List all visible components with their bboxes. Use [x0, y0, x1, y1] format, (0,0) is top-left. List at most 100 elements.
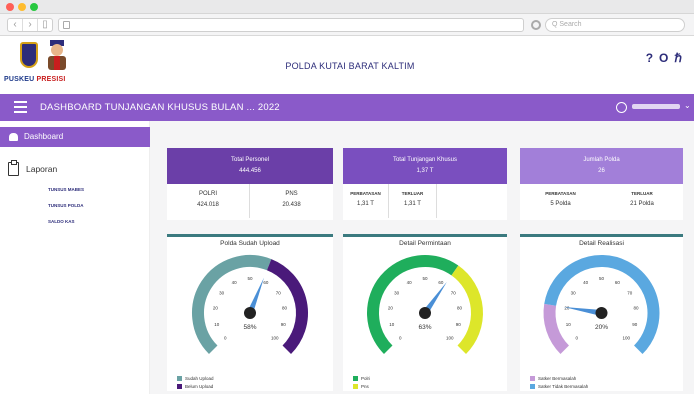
gauge-tick-label: 60	[263, 280, 269, 285]
browser-search-input[interactable]: Q Search	[545, 18, 685, 32]
address-bar[interactable]	[58, 18, 524, 32]
legend-swatch	[353, 376, 358, 381]
card-jumlah-polda: Jumlah Polda 26 PERBATASAN 5 Polda TERLU…	[520, 148, 683, 220]
page-title: DASHBOARD TUNJANGAN KHUSUS BULAN ... 202…	[40, 102, 280, 113]
gauge-tick-label: 70	[627, 290, 633, 295]
gauge-tick-label: 20	[388, 306, 394, 311]
gauge-tick-label: 30	[219, 290, 225, 295]
chevron-down-icon[interactable]: ⌄	[684, 101, 691, 110]
legend-swatch	[177, 384, 182, 389]
legend-item: Satker Bermasalah	[530, 376, 576, 381]
gauge-percent-label: 20%	[595, 324, 608, 331]
gauge-segment	[367, 255, 459, 355]
card-header: Jumlah Polda 26	[520, 148, 683, 184]
browser-titlebar	[0, 0, 694, 14]
legend-item: Belum Upload	[177, 384, 213, 389]
gauge-tick-label: 100	[622, 336, 630, 341]
card-subcell: TERLUAR 1,31 T	[389, 184, 437, 218]
gauge-tick-label: 50	[599, 276, 605, 281]
gauge-card-upload: Polda Sudah Upload 0 10 20 30 40 50 60 70 80 90 10…	[167, 234, 333, 391]
help-icon[interactable]: ?	[646, 51, 653, 65]
legend-swatch	[530, 384, 535, 389]
gauge-tick-label: 0	[224, 336, 227, 341]
back-arrow-icon[interactable]: ‹	[8, 19, 23, 31]
sidebar-toggle-icon[interactable]: ▯	[38, 19, 52, 31]
sidebar-subitem-tunsus-polda[interactable]: TUNSUS POLDA	[48, 203, 84, 208]
gauge-tick-label: 10	[566, 322, 572, 327]
gauge-title: Detail Realisasi	[579, 240, 624, 247]
lock-icon	[63, 21, 70, 29]
browser-nav-buttons: ‹ › ▯	[7, 18, 53, 32]
mascot-logo	[48, 40, 66, 70]
minimize-window-icon[interactable]	[18, 3, 26, 11]
gauge-hub	[419, 307, 431, 319]
card-title: Jumlah Polda	[583, 157, 620, 163]
gauge-tick-label: 80	[457, 306, 463, 311]
sidebar: Dashboard Laporan TUNSUS MABES TUNSUS PO…	[0, 121, 150, 394]
gauge-tick-label: 10	[389, 322, 395, 327]
legend-item: Satker Tidak Bermasalah	[530, 384, 588, 389]
legend-item: Sudah Upload	[177, 376, 214, 381]
gauge-hub	[244, 307, 256, 319]
legend-swatch	[530, 376, 535, 381]
close-window-icon[interactable]	[6, 3, 14, 11]
site-title: POLDA KUTAI BARAT KALTIM	[285, 61, 415, 71]
card-subcell: PERBATASAN 1,31 T	[343, 184, 389, 218]
gauge-tick-label: 40	[583, 280, 589, 285]
maximize-window-icon[interactable]	[30, 3, 38, 11]
gauge-tick-label: 30	[571, 290, 577, 295]
gauge-tick-label: 40	[232, 280, 238, 285]
gauge-tick-label: 30	[394, 290, 400, 295]
sidebar-item-laporan[interactable]: Laporan	[8, 164, 57, 174]
gauge-chart: 0 10 20 30 40 50 60 70 80 90 100 63%	[367, 255, 483, 355]
gauge-tick-label: 60	[615, 280, 621, 285]
card-header: Total Personel 444.456	[167, 148, 333, 184]
card-subcell: TERLUAR 21 Polda	[630, 191, 654, 207]
card-total-personel: Total Personel 444.456 POLRI 424.018 PNS…	[167, 148, 333, 220]
legend-item: Polri	[353, 376, 370, 381]
card-title: Total Personel	[230, 157, 270, 163]
gauge-tick-label: 90	[632, 322, 638, 327]
gauge-title: Detail Permintaan	[399, 240, 451, 247]
gauge-tick-label: 70	[276, 290, 282, 295]
gauge-percent-label: 58%	[243, 324, 256, 331]
settings-icon[interactable]	[531, 20, 541, 30]
h-icon[interactable]: ℏ	[674, 51, 682, 65]
sidebar-subitem-tunsus-mabes[interactable]: TUNSUS MABES	[48, 187, 84, 192]
gauge-segment	[543, 303, 570, 355]
logo-text: PUSKEU PRESISI	[4, 76, 66, 83]
card-subcell: PERBATASAN 5 Polda	[545, 191, 576, 207]
dashboard-topbar: DASHBOARD TUNJANGAN KHUSUS BULAN ... 202…	[0, 94, 694, 121]
forward-arrow-icon[interactable]: ›	[23, 19, 38, 31]
gauge-card-realisasi: Detail Realisasi 0 10 20 30 40 50 60 70 80 90 100 2…	[520, 234, 683, 391]
hamburger-menu-icon[interactable]	[14, 101, 27, 113]
gauge-segment	[192, 255, 272, 355]
gauge-card-permintaan: Detail Permintaan 0 10 20 30 40 50 60 70 80 90 100…	[343, 234, 507, 391]
gauge-tick-label: 100	[271, 336, 279, 341]
site-header: PUSKEU PRESISI POLDA KUTAI BARAT KALTIM …	[0, 36, 694, 94]
gauge-tick-label: 50	[422, 276, 428, 281]
gauge-title: Polda Sudah Upload	[220, 240, 280, 247]
gauge-tick-label: 20	[213, 306, 219, 311]
legend-item: Pns	[353, 384, 369, 389]
user-name-blurred[interactable]	[632, 104, 680, 109]
legend-swatch	[177, 376, 182, 381]
legend-swatch	[353, 384, 358, 389]
gauge-chart: 0 10 20 30 40 50 60 70 80 90 100 58%	[192, 255, 308, 355]
user-avatar-icon[interactable]	[616, 102, 627, 113]
card-value: 26	[598, 168, 605, 174]
gauge-tick-label: 90	[456, 322, 462, 327]
sidebar-subitem-saldo-kas[interactable]: SALDO KAS	[48, 219, 75, 224]
gauge-tick-label: 60	[438, 280, 444, 285]
gauge-tick-label: 10	[214, 322, 220, 327]
header-icons: ? O ℏ	[646, 51, 682, 65]
sidebar-item-dashboard[interactable]: Dashboard	[0, 127, 150, 147]
gauge-tick-label: 0	[575, 336, 578, 341]
card-value: 1,37 T	[416, 168, 434, 174]
police-badge-logo	[20, 42, 38, 68]
gauge-tick-label: 80	[282, 306, 288, 311]
gauge-tick-label: 0	[399, 336, 402, 341]
gauge-tick-label: 50	[247, 276, 253, 281]
user-icon[interactable]: O	[659, 51, 668, 65]
gauge-percent-label: 63%	[418, 324, 431, 331]
